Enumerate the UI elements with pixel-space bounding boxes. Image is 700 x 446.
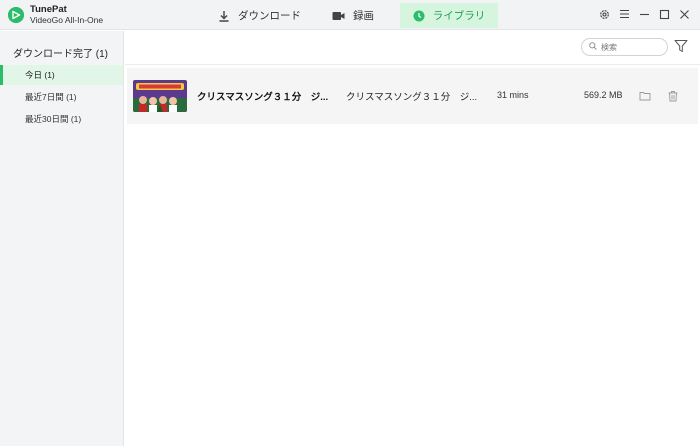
- app-name: TunePat: [30, 4, 67, 15]
- video-album: クリスマスソング３１分 ジ...: [346, 92, 478, 103]
- table-row[interactable]: クリスマスソング３１分 ジ... クリスマスソング３１分 ジ... 31 min…: [127, 68, 698, 124]
- sidebar: ダウンロード完了 (1) 今日 (1) 最近7日間 (1) 最近30日間 (1): [0, 31, 124, 446]
- tab-library[interactable]: ライブラリ: [400, 3, 498, 28]
- tab-record-label: 録画: [353, 10, 374, 22]
- video-duration: 31 mins: [497, 90, 529, 100]
- trash-icon[interactable]: [667, 89, 679, 102]
- download-icon: [218, 10, 230, 22]
- title-bar: TunePat VideoGo All-In-One ダウンロード 録画 ライブ…: [0, 0, 700, 30]
- sidebar-item-last-7-days[interactable]: 最近7日間 (1): [0, 87, 123, 107]
- file-size: 569.2 MB: [584, 90, 623, 100]
- clock-icon: [413, 10, 425, 22]
- close-icon[interactable]: [678, 8, 690, 20]
- tab-library-label: ライブラリ: [432, 10, 486, 22]
- maximize-icon[interactable]: [658, 8, 670, 20]
- sidebar-item-today[interactable]: 今日 (1): [0, 65, 123, 85]
- search-input[interactable]: [601, 42, 661, 52]
- tab-download-label: ダウンロード: [238, 10, 301, 22]
- search-box[interactable]: [581, 38, 668, 56]
- app-subtitle: VideoGo All-In-One: [30, 15, 104, 25]
- library-panel: クリスマスソング３１分 ジ... クリスマスソング３１分 ジ... 31 min…: [125, 31, 700, 446]
- video-camera-icon: [332, 11, 345, 21]
- search-icon: [589, 42, 597, 52]
- sidebar-heading: ダウンロード完了 (1): [13, 49, 108, 60]
- filter-icon[interactable]: [674, 39, 688, 53]
- divider: [125, 64, 700, 65]
- tab-download[interactable]: ダウンロード: [218, 3, 301, 28]
- minimize-icon[interactable]: [638, 8, 650, 20]
- settings-icon[interactable]: [598, 8, 610, 20]
- tab-record[interactable]: 録画: [332, 3, 374, 28]
- video-title: クリスマスソング３１分 ジ...: [197, 92, 329, 103]
- video-thumbnail: [133, 80, 187, 112]
- folder-icon[interactable]: [639, 89, 651, 101]
- app-logo-icon: [8, 7, 24, 23]
- sidebar-item-last-30-days[interactable]: 最近30日間 (1): [0, 109, 123, 129]
- menu-icon[interactable]: [618, 8, 630, 20]
